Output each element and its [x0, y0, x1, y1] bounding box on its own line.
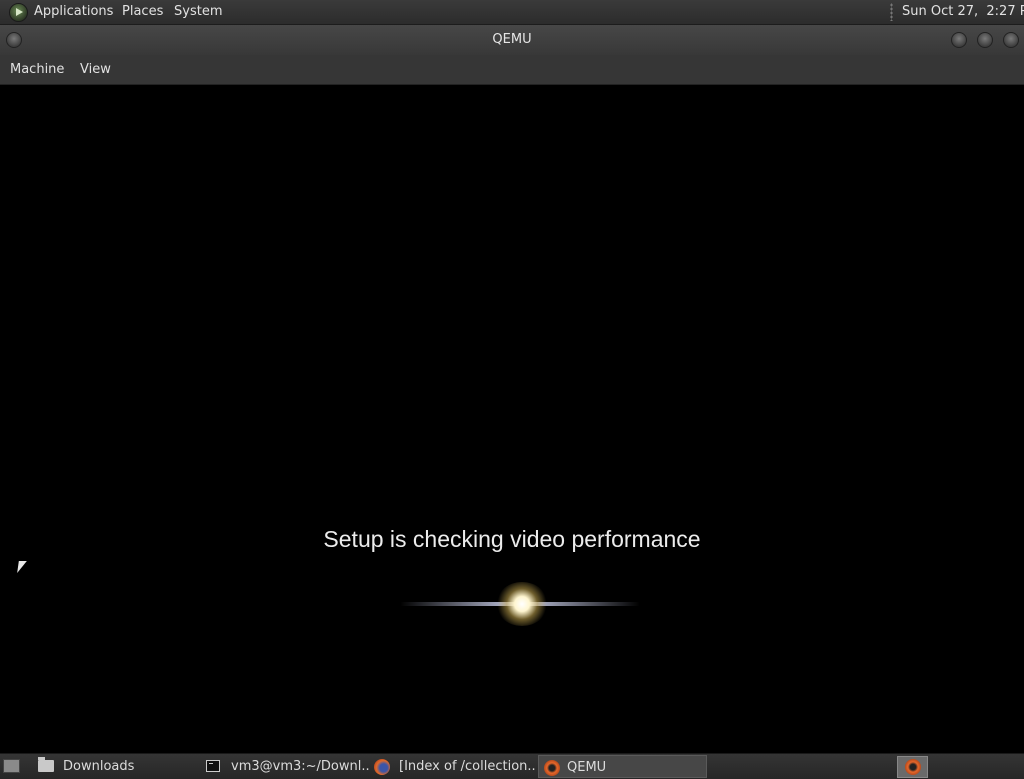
panel-separator: [890, 3, 893, 21]
show-desktop-icon[interactable]: [3, 759, 20, 773]
applications-logo-icon[interactable]: [9, 3, 28, 22]
view-menu[interactable]: View: [80, 55, 111, 84]
folder-icon: [38, 757, 54, 772]
window-menubar: Machine View: [0, 55, 1024, 85]
tray-qemu-button[interactable]: [897, 756, 928, 778]
minimize-icon[interactable]: [951, 32, 967, 48]
qemu-icon: [544, 760, 560, 776]
task-terminal[interactable]: vm3@vm3:~/Downl...: [206, 755, 369, 778]
maximize-icon[interactable]: [977, 32, 993, 48]
window-titlebar[interactable]: QEMU: [0, 25, 1024, 55]
bottom-taskbar: Downloads vm3@vm3:~/Downl... [Index of /…: [0, 753, 1024, 779]
machine-menu[interactable]: Machine: [10, 55, 64, 84]
setup-status-message: Setup is checking video performance: [323, 526, 701, 552]
window-title: QEMU: [492, 32, 532, 47]
task-qemu[interactable]: QEMU: [538, 755, 707, 778]
vm-display[interactable]: Setup is checking video performance: [0, 85, 1024, 753]
window-menu-icon[interactable]: [6, 32, 22, 48]
qemu-tray-icon: [905, 759, 921, 775]
places-menu[interactable]: Places: [122, 0, 163, 24]
task-firefox[interactable]: [Index of /collection...: [374, 755, 537, 778]
clock[interactable]: Sun Oct 27, 2:27 PM: [902, 0, 1024, 24]
top-panel: Applications Places System Sun Oct 27, 2…: [0, 0, 1024, 25]
close-icon[interactable]: [1003, 32, 1019, 48]
loading-flare-glow: [496, 582, 548, 626]
task-label: Downloads: [63, 759, 135, 774]
terminal-icon: [206, 760, 220, 772]
task-label: [Index of /collection...: [399, 759, 537, 774]
firefox-icon: [374, 759, 390, 775]
task-label: vm3@vm3:~/Downl...: [231, 759, 369, 774]
task-label: QEMU: [567, 760, 607, 775]
applications-menu[interactable]: Applications: [34, 0, 113, 24]
system-menu[interactable]: System: [174, 0, 222, 24]
mouse-pointer-icon: [17, 561, 27, 573]
task-downloads[interactable]: Downloads: [38, 755, 201, 778]
